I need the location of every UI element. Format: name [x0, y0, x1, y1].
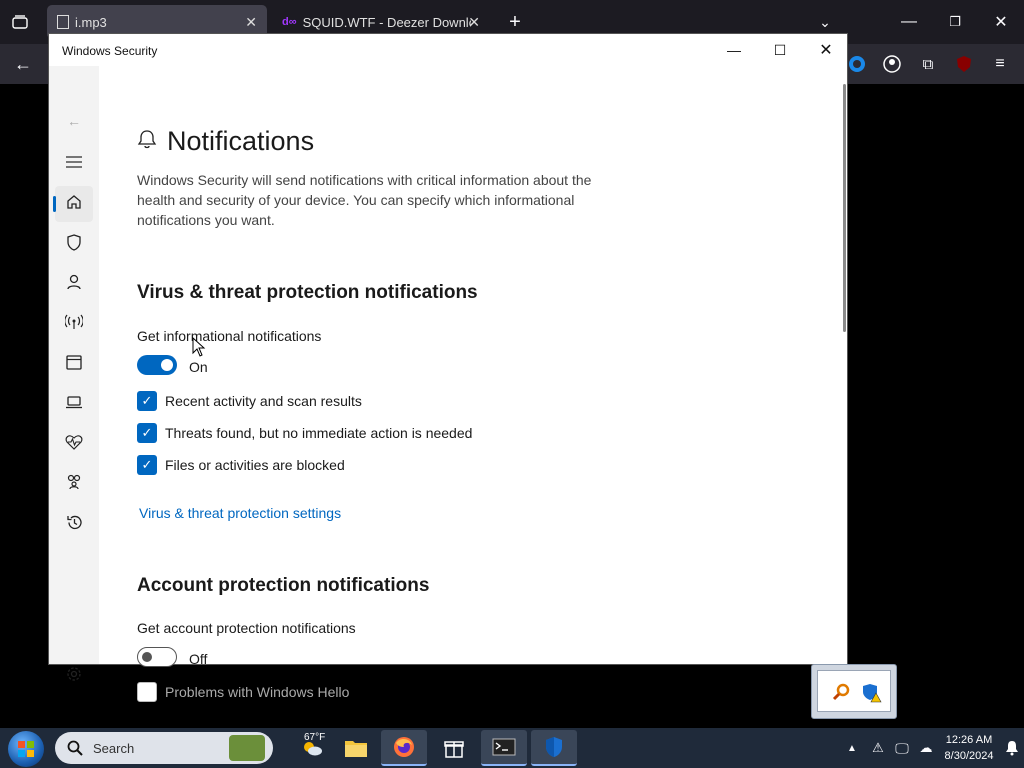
checkbox-label: Threats found, but no immediate action i… — [165, 425, 473, 441]
bell-icon — [137, 128, 157, 150]
virus-settings-link[interactable]: Virus & threat protection settings — [139, 505, 341, 521]
menu-icon[interactable]: ≡ — [988, 52, 1012, 76]
checkbox-label: Files or activities are blocked — [165, 457, 345, 473]
toggle-knob — [142, 652, 152, 662]
search-highlight-icon — [229, 735, 265, 761]
back-arrow-icon[interactable]: ← — [10, 52, 36, 76]
onedrive-offline-icon[interactable]: ☁ — [916, 738, 936, 758]
device-security-icon[interactable] — [57, 387, 91, 417]
taskbar: Search 67°F ▲ ⚠ 🖵 ☁ 12:26 AM 8/30/2024 — [0, 728, 1024, 768]
scrollbar[interactable] — [843, 84, 846, 332]
page-icon — [57, 15, 69, 29]
toggle-knob — [161, 359, 173, 371]
start-button[interactable] — [8, 731, 44, 767]
mouse-cursor-icon — [192, 336, 206, 357]
notification-bell-icon[interactable] — [1002, 738, 1022, 758]
network-icon[interactable] — [57, 307, 91, 337]
files-blocked-checkbox[interactable]: ✓ — [137, 455, 157, 475]
toggle-state-label: On — [189, 359, 208, 375]
account-section-heading: Account protection notifications — [137, 575, 430, 596]
clock-date: 8/30/2024 — [944, 750, 994, 762]
extensions-icon[interactable]: ⧉ — [916, 52, 940, 76]
threats-found-checkbox[interactable]: ✓ — [137, 423, 157, 443]
notifications-page: Notifications Windows Security will send… — [137, 66, 837, 702]
new-tab-button[interactable]: + — [502, 10, 528, 34]
gift-app-icon[interactable] — [431, 730, 477, 766]
chevron-down-icon[interactable]: ⌄ — [812, 10, 838, 34]
protection-history-icon[interactable] — [57, 507, 91, 537]
close-button[interactable]: ✕ — [803, 34, 849, 66]
tab-list-icon[interactable] — [6, 10, 34, 34]
windows-security-window: Windows Security — ☐ ✕ ← Notifications W… — [48, 33, 848, 702]
virus-toggle-label: Get informational notifications — [137, 328, 322, 344]
windows-security-taskbar-icon[interactable] — [531, 730, 577, 766]
tray-overflow-popup — [811, 664, 897, 719]
maximize-button[interactable]: ☐ — [757, 34, 803, 66]
security-warning-icon[interactable] — [862, 683, 882, 703]
close-tab-icon[interactable]: ✕ — [245, 14, 257, 31]
page-description: Windows Security will send notifications… — [137, 172, 592, 228]
weather-widget[interactable]: 67°F — [288, 730, 336, 766]
account-toggle-label: Get account protection notifications — [137, 620, 356, 636]
active-indicator — [53, 196, 56, 212]
search-icon — [67, 740, 83, 761]
firefox-icon[interactable] — [381, 730, 427, 766]
display-icon[interactable]: 🖵 — [892, 738, 912, 758]
deezer-icon: d∞ — [282, 16, 297, 28]
account-icon[interactable] — [880, 52, 904, 76]
file-explorer-icon[interactable] — [333, 730, 379, 766]
search-tool-icon[interactable] — [832, 683, 850, 701]
toggle-state-label: Off — [189, 651, 208, 667]
tray-overflow-chevron-icon[interactable]: ▲ — [845, 740, 859, 756]
app-browser-control-icon[interactable] — [57, 347, 91, 377]
page-title: Notifications — [167, 126, 315, 156]
search-placeholder: Search — [93, 741, 135, 756]
home-icon[interactable] — [57, 187, 91, 217]
browser-restore-button[interactable]: ❐ — [942, 10, 968, 34]
account-notifications-toggle[interactable] — [137, 647, 177, 667]
settings-gear-icon[interactable] — [57, 659, 91, 689]
hamburger-menu-icon[interactable] — [57, 147, 91, 177]
network-status-icon[interactable]: ⚠ — [868, 738, 888, 758]
informational-notifications-toggle[interactable] — [137, 355, 177, 375]
weather-temp: 67°F — [304, 732, 326, 743]
taskbar-search-box[interactable]: Search — [55, 732, 273, 764]
device-health-icon[interactable] — [57, 427, 91, 457]
windows-hello-checkbox[interactable] — [137, 682, 157, 702]
title-bar: Windows Security — ☐ ✕ — [49, 34, 847, 66]
browser-minimize-button[interactable]: — — [896, 10, 922, 34]
navigation-rail: ← — [49, 66, 99, 681]
browser-close-button[interactable]: ✕ — [988, 10, 1014, 34]
tab-label: i.mp3 — [75, 14, 107, 30]
shield-icon[interactable] — [57, 227, 91, 257]
tab-label: SQUID.WTF - Deezer Downloader — [302, 14, 471, 30]
virus-section-heading: Virus & threat protection notifications — [137, 282, 478, 303]
ublock-icon[interactable] — [952, 52, 976, 76]
tray-overflow-panel — [817, 670, 891, 712]
checkbox-label: Recent activity and scan results — [165, 393, 362, 409]
minimize-button[interactable]: — — [711, 34, 757, 66]
window-title: Windows Security — [62, 44, 158, 58]
taskbar-clock[interactable]: 12:26 AM 8/30/2024 — [940, 732, 998, 764]
family-options-icon[interactable] — [57, 467, 91, 497]
terminal-icon[interactable] — [481, 730, 527, 766]
account-protection-icon[interactable] — [57, 267, 91, 297]
back-arrow-icon[interactable]: ← — [57, 106, 91, 136]
recent-activity-checkbox[interactable]: ✓ — [137, 391, 157, 411]
checkbox-label: Problems with Windows Hello — [165, 684, 350, 700]
clock-time: 12:26 AM — [945, 734, 993, 746]
close-tab-icon[interactable]: ✕ — [468, 14, 480, 31]
